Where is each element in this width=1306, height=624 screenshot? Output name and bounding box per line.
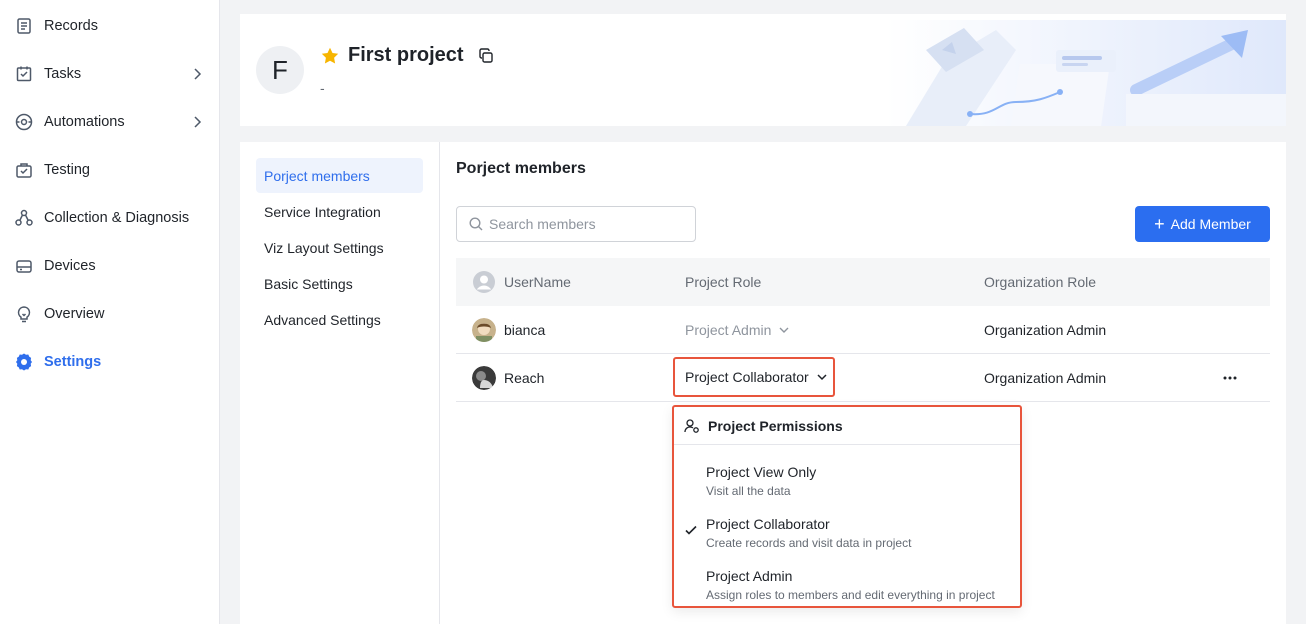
option-description: Assign roles to members and edit everyth… (706, 588, 995, 602)
header-illustration (886, 20, 1286, 126)
column-username: UserName (504, 274, 571, 290)
project-role-value: Project Admin (685, 322, 772, 338)
avatar (472, 366, 496, 390)
check-icon (685, 525, 697, 535)
option-label: Project Collaborator (706, 516, 830, 532)
role-option-admin[interactable]: Project Admin Assign roles to members an… (674, 563, 1020, 609)
option-description: Create records and visit data in project (706, 536, 912, 550)
records-icon (14, 16, 34, 36)
sidebar-item-overview[interactable]: Overview (0, 294, 219, 334)
project-role-value: Project Collaborator (685, 369, 809, 385)
search-box[interactable] (456, 206, 696, 242)
chevron-right-icon (194, 68, 202, 80)
sidebar-item-label: Testing (44, 162, 90, 178)
sidebar-item-label: Overview (44, 306, 105, 322)
organization-role: Organization Admin (984, 370, 1107, 386)
add-member-button[interactable]: + Add Member (1135, 206, 1270, 242)
table-row: Reach Project Collaborator Organization … (456, 354, 1270, 402)
role-dropdown: Project Permissions Project View Only Vi… (672, 405, 1022, 608)
chevron-down-icon (817, 374, 827, 381)
project-role-select[interactable]: Project Collaborator (673, 357, 835, 397)
people-icon (684, 418, 699, 433)
sidebar-item-automations[interactable]: Automations (0, 102, 219, 142)
testing-icon (14, 160, 34, 180)
sidebar-item-collection-diagnosis[interactable]: Collection & Diagnosis (0, 198, 219, 238)
sidebar-item-label: Collection & Diagnosis (44, 210, 190, 226)
sidebar-item-label: Devices (44, 258, 96, 274)
section-title: Porject members (456, 160, 586, 177)
member-name: Reach (504, 370, 545, 386)
search-input[interactable] (489, 216, 679, 232)
star-icon[interactable] (320, 46, 340, 66)
option-description: Visit all the data (706, 484, 791, 498)
search-icon (469, 217, 483, 231)
chevron-down-icon (779, 327, 789, 333)
option-label: Project View Only (706, 464, 817, 480)
automations-icon (14, 112, 34, 132)
sidebar-item-tasks[interactable]: Tasks (0, 54, 219, 94)
add-member-label: Add Member (1170, 216, 1251, 232)
table-header: UserName Project Role Organization Role (456, 258, 1270, 306)
sidebar-item-label: Automations (44, 114, 125, 130)
user-icon (473, 271, 495, 293)
sidebar-item-label: Tasks (44, 66, 82, 82)
member-name: bianca (504, 322, 546, 338)
sidebar-item-devices[interactable]: Devices (0, 246, 219, 286)
table-row: bianca Project Admin Organization Admin (456, 306, 1270, 354)
tasks-icon (14, 64, 34, 84)
settings-nav-basic-settings[interactable]: Basic Settings (256, 266, 423, 301)
sidebar-item-testing[interactable]: Testing (0, 150, 219, 190)
settings-nav-project-members[interactable]: Porject members (256, 158, 423, 193)
sidebar-item-settings[interactable]: Settings (0, 342, 219, 382)
overview-icon (14, 304, 34, 324)
settings-nav: Porject members Service Integration Viz … (240, 142, 440, 624)
project-avatar: F (256, 46, 304, 94)
copy-icon[interactable] (478, 47, 494, 64)
dropdown-header: Project Permissions (674, 407, 1020, 445)
gear-icon (14, 352, 34, 372)
column-project-role: Project Role (685, 274, 762, 290)
project-role-select-disabled: Project Admin (685, 306, 791, 354)
column-organization-role: Organization Role (984, 274, 1097, 290)
collection-icon (14, 208, 34, 228)
settings-nav-viz-layout[interactable]: Viz Layout Settings (256, 230, 423, 265)
sidebar-item-label: Records (44, 18, 98, 34)
sidebar-item-records[interactable]: Records (0, 6, 219, 46)
plus-icon: + (1154, 214, 1165, 234)
more-icon[interactable] (1220, 368, 1240, 388)
organization-role: Organization Admin (984, 322, 1107, 338)
sidebar-item-label: Settings (44, 354, 102, 370)
devices-icon (14, 256, 34, 276)
settings-nav-advanced-settings[interactable]: Advanced Settings (256, 302, 423, 337)
chevron-right-icon (194, 116, 202, 128)
role-option-view-only[interactable]: Project View Only Visit all the data (674, 459, 1020, 505)
dropdown-header-label: Project Permissions (708, 417, 843, 434)
avatar (472, 318, 496, 342)
project-title: First project (348, 44, 464, 66)
sidebar: Records Tasks Automations Testing Collec… (0, 0, 220, 624)
project-header: F First project - (240, 14, 1286, 126)
project-description: - (320, 80, 325, 96)
role-option-collaborator[interactable]: Project Collaborator Create records and … (674, 511, 1020, 557)
settings-nav-service-integration[interactable]: Service Integration (256, 194, 423, 229)
option-label: Project Admin (706, 568, 793, 584)
